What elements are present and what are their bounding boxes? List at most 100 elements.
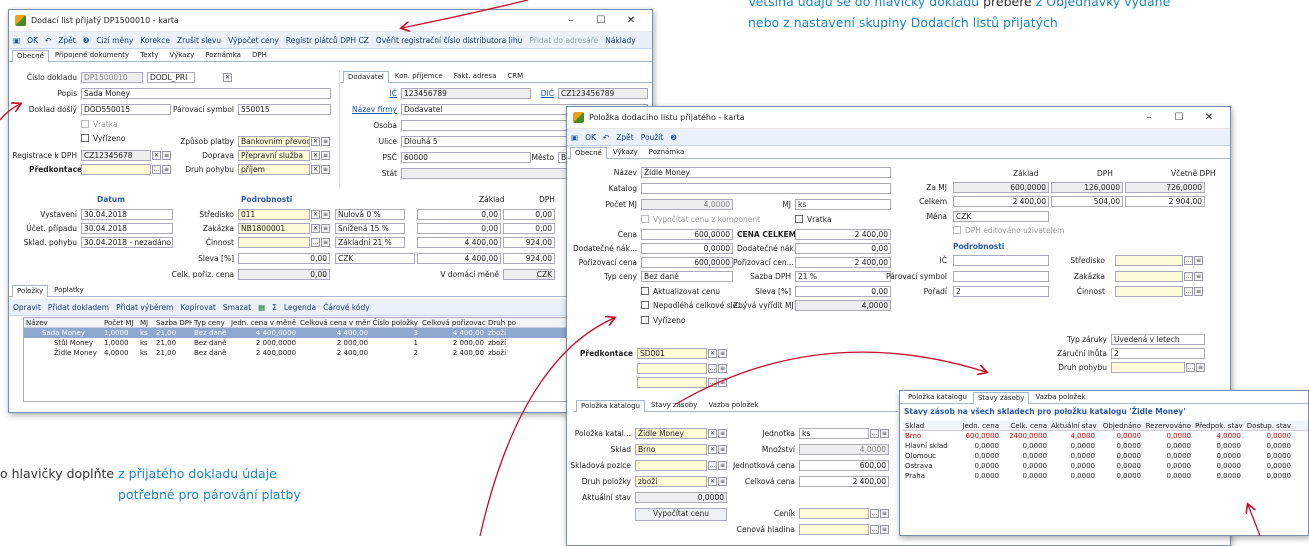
rate-0-name[interactable]: Nulová 0 % (335, 209, 405, 220)
calc-price-button[interactable]: Výpočet ceny (228, 36, 279, 45)
vat-register-button[interactable]: Registr plátců DPH CZ (286, 36, 369, 45)
w2-cenova-list-icon[interactable]: ≡ (880, 525, 889, 534)
table-row[interactable]: Stůl Money 1,0000 ks 21,00 Bez daně 2 000,000… (24, 338, 652, 348)
stock-tab-polozka[interactable]: Položka katalogu (903, 391, 972, 403)
tab-kon-prijemce[interactable]: Kon. příjemce (390, 70, 448, 82)
dic-label[interactable]: DIČ (530, 89, 554, 98)
tab-dodavatel[interactable]: Dodavatel (343, 71, 389, 83)
add-by-doc-button[interactable]: Přidat dokladem (48, 303, 109, 312)
w2-zakazka-more-icon[interactable]: … (1184, 272, 1193, 281)
w2-ok-button[interactable]: OK (585, 133, 596, 142)
w2-predkontace3-field[interactable] (637, 377, 707, 388)
predkontace-more-icon[interactable]: … (152, 165, 161, 174)
w2-zakazka-list-icon[interactable]: ≡ (1194, 272, 1203, 281)
doprava-list-icon[interactable]: ≡ (321, 151, 330, 160)
w2-predkontace2-more-icon[interactable]: … (708, 364, 717, 373)
doprava-field[interactable]: Přepravní služba (238, 150, 310, 161)
barcode-button[interactable]: Čárové kódy (323, 303, 370, 312)
w2-parovaci-field[interactable] (953, 271, 1049, 282)
w2-druh-field[interactable]: zboží (635, 476, 707, 487)
help-icon[interactable]: ❷ (83, 36, 90, 45)
w2-stredisko-field[interactable] (1115, 255, 1183, 266)
w2-druh-pohybu-list-icon[interactable]: ≡ (1196, 363, 1205, 372)
tab-poznamka[interactable]: Poznámka (200, 49, 246, 61)
w2-mena-field[interactable]: CZK (953, 211, 1049, 222)
tab-polozky[interactable]: Položky (12, 285, 49, 297)
w2-maximize-icon[interactable]: ☐ (1164, 112, 1194, 123)
w2-predkontace-field[interactable]: SD001 (637, 348, 707, 359)
add-to-addressbook-button[interactable]: Přidat do adresáře (529, 36, 598, 45)
zpusob-platby-field[interactable]: Bankovním převodem (238, 136, 310, 147)
w2-celkova-field[interactable]: 2 400,00 (799, 476, 889, 487)
cinnost-list-icon[interactable]: ≡ (321, 238, 330, 247)
verify-distributor-button[interactable]: Ověřit registrační číslo distributora li… (376, 36, 523, 45)
w2-cinnost-field[interactable] (1115, 286, 1183, 297)
w2-cenova-field[interactable] (799, 524, 869, 535)
w2-nazev-field[interactable]: Židle Money (641, 167, 891, 178)
w2-vypocet-checkbox[interactable] (641, 215, 649, 223)
minimize-icon[interactable]: – (556, 15, 586, 26)
w2-typ-field[interactable]: Bez daně (641, 271, 733, 282)
druh-pohybu-field[interactable]: příjem (238, 164, 310, 175)
tab-poplatky[interactable]: Poplatky (49, 284, 89, 296)
w2-dodat2-field[interactable]: 0,00 (795, 243, 891, 254)
w2-back-button[interactable]: Zpět (616, 133, 633, 142)
tab-fakt-adresa[interactable]: Fakt. adresa (449, 70, 502, 82)
w2-tab-vykazy[interactable]: Výkazy (608, 146, 643, 158)
ok-button[interactable]: OK (27, 36, 38, 45)
costs-button[interactable]: Náklady (605, 36, 635, 45)
w2-sklad-field[interactable]: Brno (635, 444, 707, 455)
druh-clear-icon[interactable]: ✕ (223, 73, 232, 82)
w2-vypocitat-button[interactable]: Vypočítat cenu (635, 508, 727, 521)
vratka-checkbox[interactable] (81, 120, 89, 128)
w2-druh-clear-icon[interactable]: ✕ (708, 477, 717, 486)
w2-tab-stavy-zasoby[interactable]: Stavy zásoby (646, 399, 702, 411)
mena-field[interactable]: CZK (335, 253, 415, 264)
w2-cenik-list-icon[interactable]: ≡ (880, 509, 889, 518)
w2-druh-list-icon[interactable]: ≡ (718, 477, 727, 486)
w2-stredisko-list-icon[interactable]: ≡ (1194, 256, 1203, 265)
doprava-clear-icon[interactable]: ✕ (311, 151, 320, 160)
w2-poriz2-field[interactable]: 2 400,00 (795, 257, 891, 268)
w2-jednotkova-field[interactable]: 600,00 (799, 460, 889, 471)
w2-zarucni-field[interactable]: 2 (1111, 348, 1205, 359)
w2-jednotka-list-icon[interactable]: ≡ (880, 429, 889, 438)
tab-texty[interactable]: Texty (135, 49, 163, 61)
w2-vratka-checkbox[interactable] (795, 215, 803, 223)
tab-obecne[interactable]: Obecné (12, 50, 49, 62)
druh-field[interactable]: DODL_PRI (147, 72, 195, 83)
w2-polozka-clear-icon[interactable]: ✕ (708, 429, 717, 438)
w2-druh-pohybu-more-icon[interactable]: … (1186, 363, 1195, 372)
rate-1-name[interactable]: Snížená 15 % (335, 223, 405, 234)
w2-jednotka-more-icon[interactable]: … (870, 429, 879, 438)
w2-sklad-list-icon[interactable]: ≡ (718, 445, 727, 454)
w2-predkontace3-list-icon[interactable]: ≡ (718, 378, 727, 387)
zpusob-clear-icon[interactable]: ✕ (311, 137, 320, 146)
stredisko-clear-icon[interactable]: ✕ (311, 210, 320, 219)
cancel-discount-button[interactable]: Zrušit slevu (177, 36, 221, 45)
table-row[interactable]: Hlavní sklad 0,0000 0,0000 0,0000 0,0000 0,00… (903, 441, 1308, 451)
table-row[interactable]: Židle Money 4,0000 ks 21,00 Bez daně 2 400,00… (24, 348, 652, 358)
stredisko-list-icon[interactable]: ≡ (321, 210, 330, 219)
psc-field[interactable]: 60000 (401, 152, 531, 163)
w2-cena-field[interactable]: 600,0000 (641, 229, 733, 240)
close-icon[interactable]: ✕ (616, 15, 646, 26)
w2-stredisko-more-icon[interactable]: … (1184, 256, 1193, 265)
w2-skladova-field[interactable] (635, 460, 707, 471)
w2-apply-button[interactable]: Použít (641, 133, 664, 142)
zakazka-field[interactable]: NB1800001 (238, 223, 310, 234)
tab-crm[interactable]: CRM (502, 70, 528, 82)
w2-sleva-field[interactable]: 0,00 (795, 286, 891, 297)
w2-skladova-more-icon[interactable]: … (708, 461, 717, 470)
maximize-icon[interactable]: ☐ (586, 15, 616, 26)
sum-icon[interactable]: Σ (272, 303, 277, 312)
w2-polozka-field[interactable]: Židle Money (635, 428, 707, 439)
w2-tab-poznamka[interactable]: Poznámka (644, 146, 690, 158)
w2-nepodleha-checkbox[interactable] (641, 301, 649, 309)
rate-2-name[interactable]: Základní 21 % (335, 237, 405, 248)
doklad-dosly-field[interactable]: DOD550015 (81, 104, 171, 115)
zakazka-clear-icon[interactable]: ✕ (311, 224, 320, 233)
vystaveni-field[interactable]: 30.04.2018 (81, 209, 173, 220)
w2-dodat-field[interactable]: 0,0000 (641, 243, 733, 254)
stock-tab-stavy[interactable]: Stavy zásoby (972, 392, 1030, 404)
